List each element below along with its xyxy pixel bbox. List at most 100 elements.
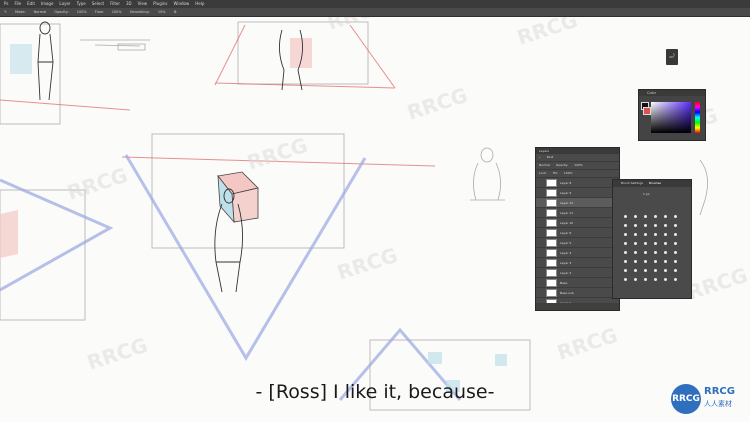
brush-preset-icon[interactable]	[641, 221, 650, 229]
menu-item-3d[interactable]: 3D	[126, 0, 132, 8]
flow-field[interactable]: 100%	[112, 8, 122, 16]
brush-preset-icon[interactable]	[641, 257, 650, 265]
menu-item-type[interactable]: Type	[77, 0, 86, 8]
brush-preset-icon[interactable]	[621, 239, 630, 247]
brush-preset-icon[interactable]	[661, 257, 670, 265]
brush-preset-icon[interactable]	[621, 248, 630, 256]
brush-preset-icon[interactable]	[641, 275, 650, 283]
brush-preset-icon[interactable]	[671, 266, 680, 274]
brush-preset-icon[interactable]	[621, 275, 630, 283]
brush-preset-icon[interactable]	[671, 275, 680, 283]
layer-row[interactable]: Layer 9	[536, 188, 619, 198]
brush-preset-icon[interactable]	[641, 239, 650, 247]
background-swatch[interactable]	[643, 107, 651, 115]
brush-size-field[interactable]: 1 px	[643, 192, 650, 196]
settings-gear-icon[interactable]: ⚙	[174, 8, 177, 16]
brush-preset-icon[interactable]	[661, 221, 670, 229]
layer-row[interactable]: Layer 4	[536, 248, 619, 258]
layer-row[interactable]: Layer 10	[536, 218, 619, 228]
tab-brushes[interactable]: Brushes	[649, 180, 661, 187]
brush-preset-icon[interactable]	[671, 221, 680, 229]
search-icon[interactable]: ⌕	[539, 154, 541, 161]
brush-preset-icon[interactable]	[631, 230, 640, 238]
brush-preset-icon[interactable]	[651, 266, 660, 274]
kind-filter[interactable]: Kind	[547, 154, 554, 161]
brush-preset-icon[interactable]	[661, 212, 670, 220]
menu-item-window[interactable]: Window	[173, 0, 189, 8]
layer-row[interactable]: Base sub	[536, 288, 619, 298]
blend-mode-select[interactable]: Normal	[539, 162, 550, 169]
smoothing-field[interactable]: 10%	[158, 8, 166, 16]
menu-item-ps[interactable]: Ps	[4, 0, 8, 8]
brush-preset-icon[interactable]	[671, 212, 680, 220]
brush-preset-icon[interactable]	[631, 239, 640, 247]
brush-preset-icon[interactable]	[651, 221, 660, 229]
brush-preset-icon[interactable]	[651, 257, 660, 265]
layer-row[interactable]: Layer 8	[536, 178, 619, 188]
menu-item-select[interactable]: Select	[92, 0, 104, 8]
layer-row[interactable]: Layer 11	[536, 208, 619, 218]
layer-row[interactable]: Layer 6	[536, 228, 619, 238]
fill-label: Fill:	[552, 171, 558, 175]
color-field[interactable]	[651, 102, 691, 133]
brush-preset-grid	[621, 212, 680, 283]
layer-row[interactable]: Layer 5	[536, 238, 619, 248]
layer-row[interactable]: Layer 3	[536, 258, 619, 268]
layer-list: Layer 8 Layer 9 Layer 12 Layer 11 Layer …	[536, 178, 619, 308]
brush-tool-icon[interactable]: ✎	[4, 8, 7, 16]
opacity-field[interactable]: 100%	[77, 8, 87, 16]
layer-opacity-label: Opacity:	[555, 163, 569, 167]
brush-preset-icon[interactable]	[651, 275, 660, 283]
tab-brush-settings[interactable]: Brush Settings	[621, 180, 643, 187]
layer-thumbnail	[546, 288, 557, 297]
brush-preset-icon[interactable]	[661, 248, 670, 256]
menu-item-filter[interactable]: Filter	[110, 0, 120, 8]
flow-label: Flow:	[94, 10, 104, 14]
brush-preset-icon[interactable]	[621, 212, 630, 220]
brush-preset-icon[interactable]	[661, 230, 670, 238]
brush-preset-icon[interactable]	[631, 266, 640, 274]
brush-preset-icon[interactable]	[671, 257, 680, 265]
menu-item-layer[interactable]: Layer	[59, 0, 70, 8]
brush-preset-icon[interactable]	[631, 257, 640, 265]
fill-field[interactable]: 100%	[564, 170, 573, 177]
brush-preset-icon[interactable]	[661, 239, 670, 247]
brush-preset-icon[interactable]	[651, 239, 660, 247]
brush-preset-icon[interactable]	[641, 266, 650, 274]
menu-item-edit[interactable]: Edit	[27, 0, 35, 8]
brush-preset-icon[interactable]	[631, 248, 640, 256]
mode-select[interactable]: Normal	[34, 8, 47, 16]
menu-item-image[interactable]: Image	[41, 0, 54, 8]
brush-preset-icon[interactable]	[631, 212, 640, 220]
brush-preset-icon[interactable]	[661, 275, 670, 283]
brush-preset-icon[interactable]	[651, 248, 660, 256]
layer-name: Base sub	[560, 290, 574, 295]
layer-row[interactable]: Layer 2	[536, 268, 619, 278]
layer-thumbnail	[546, 188, 557, 197]
menu-item-plugins[interactable]: Plugins	[153, 0, 167, 8]
brush-preset-icon[interactable]	[641, 230, 650, 238]
brush-preset-icon[interactable]	[621, 266, 630, 274]
menu-item-view[interactable]: View	[138, 0, 148, 8]
brush-preset-icon[interactable]	[621, 221, 630, 229]
brush-preset-icon[interactable]	[631, 275, 640, 283]
brush-preset-icon[interactable]	[621, 230, 630, 238]
brush-preset-icon[interactable]	[661, 266, 670, 274]
layer-row[interactable]: Base	[536, 278, 619, 288]
brush-preset-icon[interactable]	[621, 257, 630, 265]
layer-row-selected[interactable]: Layer 12	[536, 198, 619, 208]
brush-preset-icon[interactable]	[641, 212, 650, 220]
menu-item-file[interactable]: File	[14, 0, 21, 8]
video-subtitle: - [Ross] I like it, because-	[255, 381, 495, 403]
brush-preset-icon[interactable]	[641, 248, 650, 256]
layer-opacity-field[interactable]: 100%	[574, 162, 583, 169]
menu-item-help[interactable]: Help	[195, 0, 204, 8]
history-icon[interactable]: ⤾	[666, 49, 678, 65]
brush-preset-icon[interactable]	[651, 212, 660, 220]
brush-preset-icon[interactable]	[651, 230, 660, 238]
brush-preset-icon[interactable]	[671, 239, 680, 247]
brush-preset-icon[interactable]	[671, 248, 680, 256]
hue-slider[interactable]	[695, 102, 700, 133]
brush-preset-icon[interactable]	[671, 230, 680, 238]
brush-preset-icon[interactable]	[631, 221, 640, 229]
